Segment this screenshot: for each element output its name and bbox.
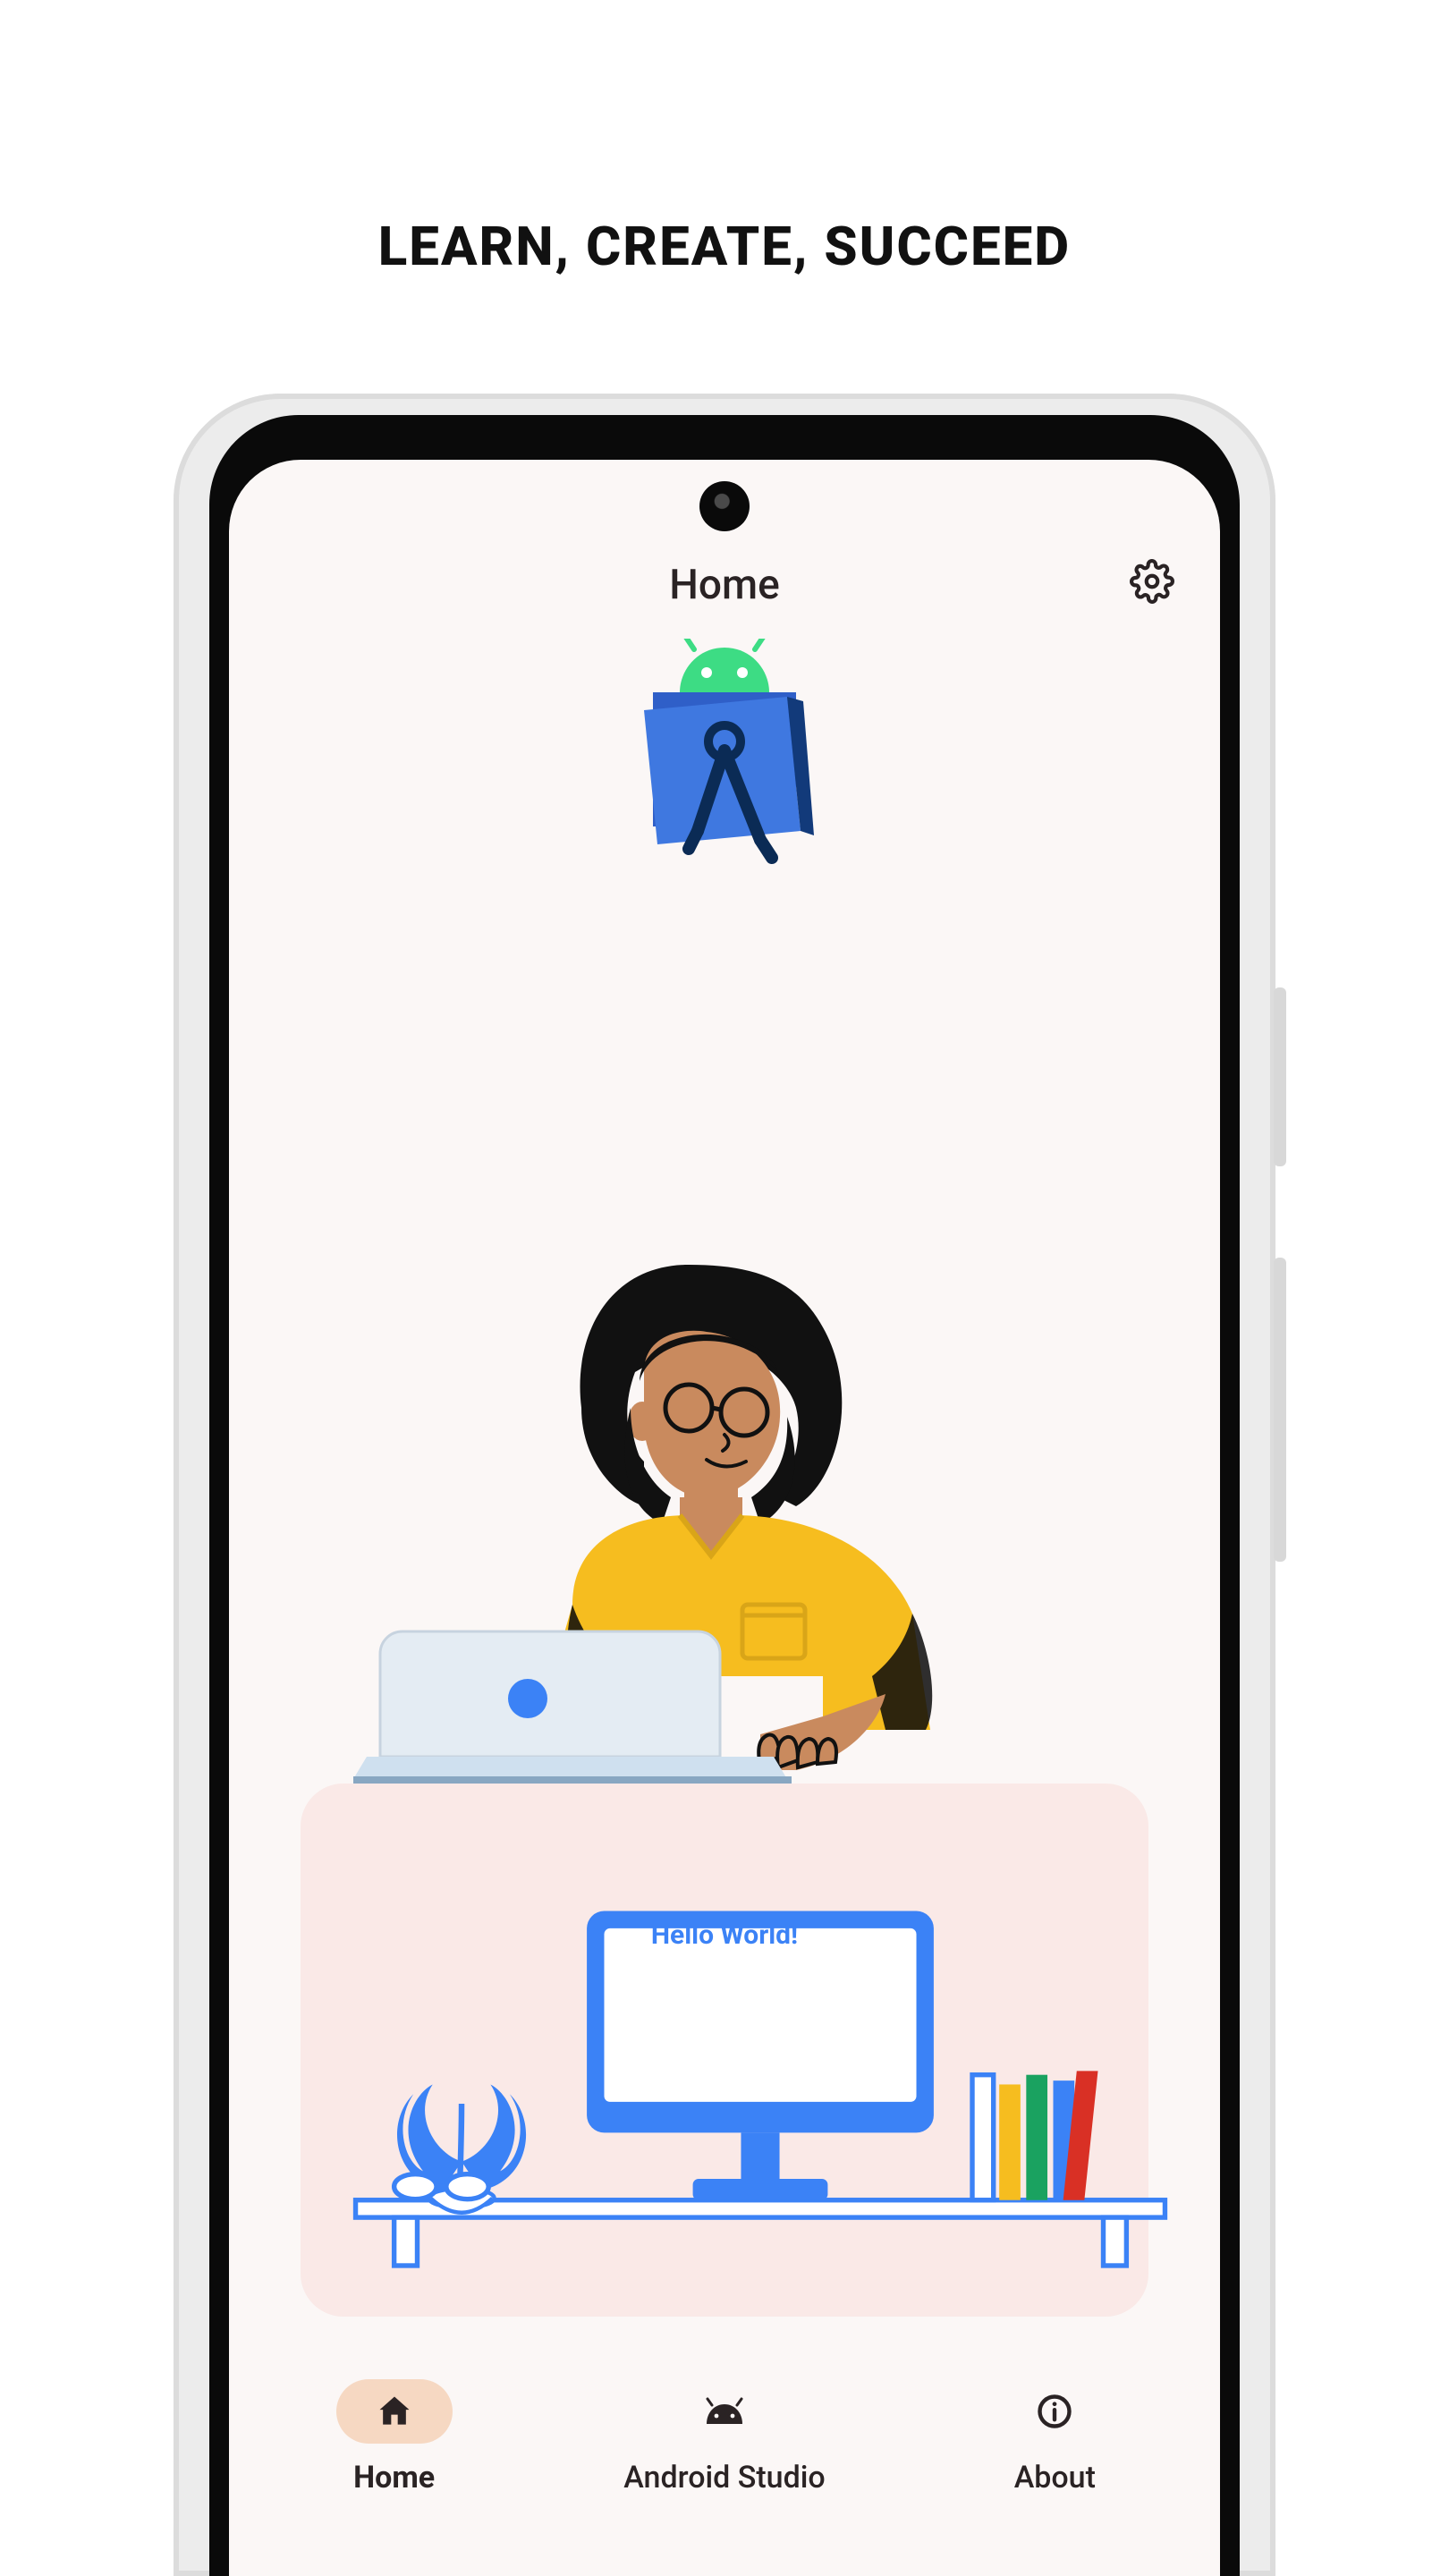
info-icon: [1035, 2392, 1074, 2431]
phone-side-button: [1274, 1258, 1286, 1562]
front-camera-notch: [699, 481, 750, 531]
hero-illustration: Hello World!: [229, 1229, 1220, 2317]
android-studio-logo: [626, 639, 823, 889]
monitor-text: Hello World!: [590, 1919, 859, 1951]
page-title: Home: [669, 561, 779, 609]
nav-icon-pill: [996, 2379, 1113, 2444]
app-top-bar: Home: [229, 549, 1220, 621]
phone-frame-inner: Home: [209, 415, 1240, 2576]
person-coding-illustration: [229, 1229, 1220, 1784]
desk-card: Hello World!: [301, 1784, 1148, 2317]
nav-icon-pill: [666, 2379, 783, 2444]
marketing-tagline: LEARN, CREATE, SUCCEED: [0, 215, 1449, 278]
phone-frame-outer: Home: [174, 394, 1275, 2576]
android-icon: [703, 2396, 746, 2427]
nav-tab-about[interactable]: About: [890, 2379, 1220, 2496]
phone-side-button: [1274, 987, 1286, 1166]
phone-screen: Home: [229, 460, 1220, 2576]
nav-tab-home[interactable]: Home: [229, 2379, 559, 2496]
bottom-navigation: Home Android Studio: [229, 2352, 1220, 2576]
nav-label: Android Studio: [623, 2460, 825, 2496]
home-icon: [375, 2392, 414, 2431]
settings-button[interactable]: [1127, 556, 1177, 606]
desk-scene-illustration: [336, 1837, 1184, 2370]
nav-label: Home: [353, 2460, 435, 2496]
nav-tab-android-studio[interactable]: Android Studio: [559, 2379, 889, 2496]
gear-icon: [1130, 559, 1174, 604]
nav-label: About: [1014, 2460, 1096, 2496]
nav-icon-pill: [336, 2379, 453, 2444]
